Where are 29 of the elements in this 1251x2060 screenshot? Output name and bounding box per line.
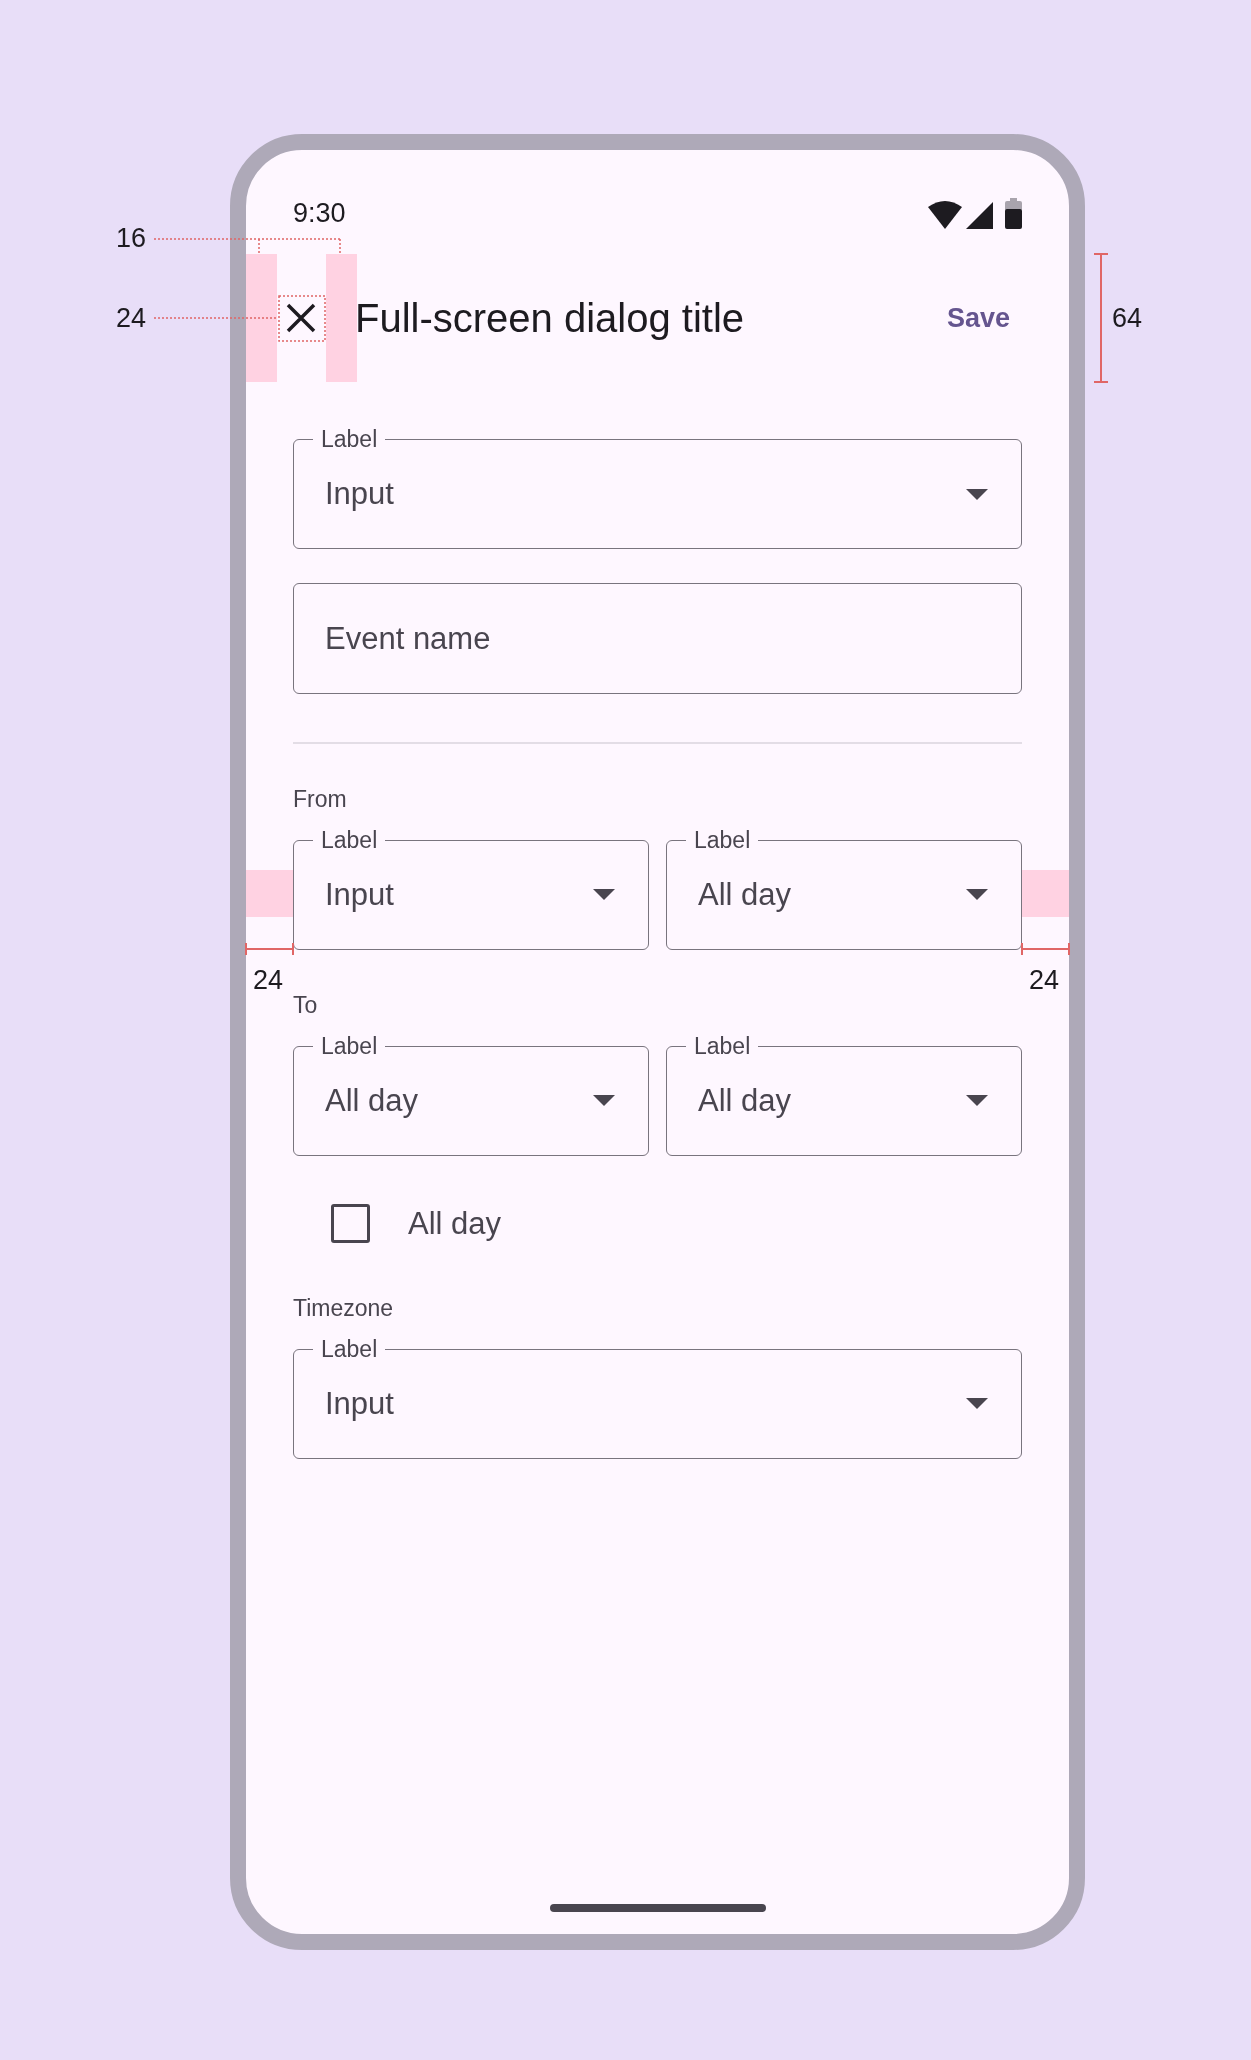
spacing-highlight [246,870,293,917]
section-heading: Timezone [293,1293,395,1322]
measurement-label: 24 [1029,965,1060,995]
close-icon [285,303,316,333]
signal-icon [966,201,993,229]
measurement-label: 24 [253,965,284,995]
wifi-icon [928,200,962,229]
spacing-highlight [1022,870,1069,917]
status-time: 9:30 [293,197,347,229]
caret-icon [593,1095,615,1106]
caret-icon [966,1095,988,1106]
measurement-label: 24 [116,303,147,333]
battery-icon [1005,197,1022,229]
measurement-bracket [1021,942,1070,956]
text-field[interactable]: Event name [293,583,1022,694]
measurement-label: 16 [116,223,147,253]
measurement-bracket [245,942,294,956]
checkbox-label: All day [408,1205,502,1242]
save-button[interactable]: Save [934,288,1022,348]
section-heading: To [293,990,319,1019]
caret-icon [966,488,988,500]
caret-icon [593,889,615,900]
measurement-label: 64 [1112,303,1143,333]
dialog-title: Full-screen dialog title [355,295,746,341]
caret-icon [966,889,988,900]
checkbox[interactable] [331,1204,370,1243]
caret-icon [966,1398,988,1409]
section-heading: From [293,784,348,813]
icon-bounds-outline [278,295,326,342]
